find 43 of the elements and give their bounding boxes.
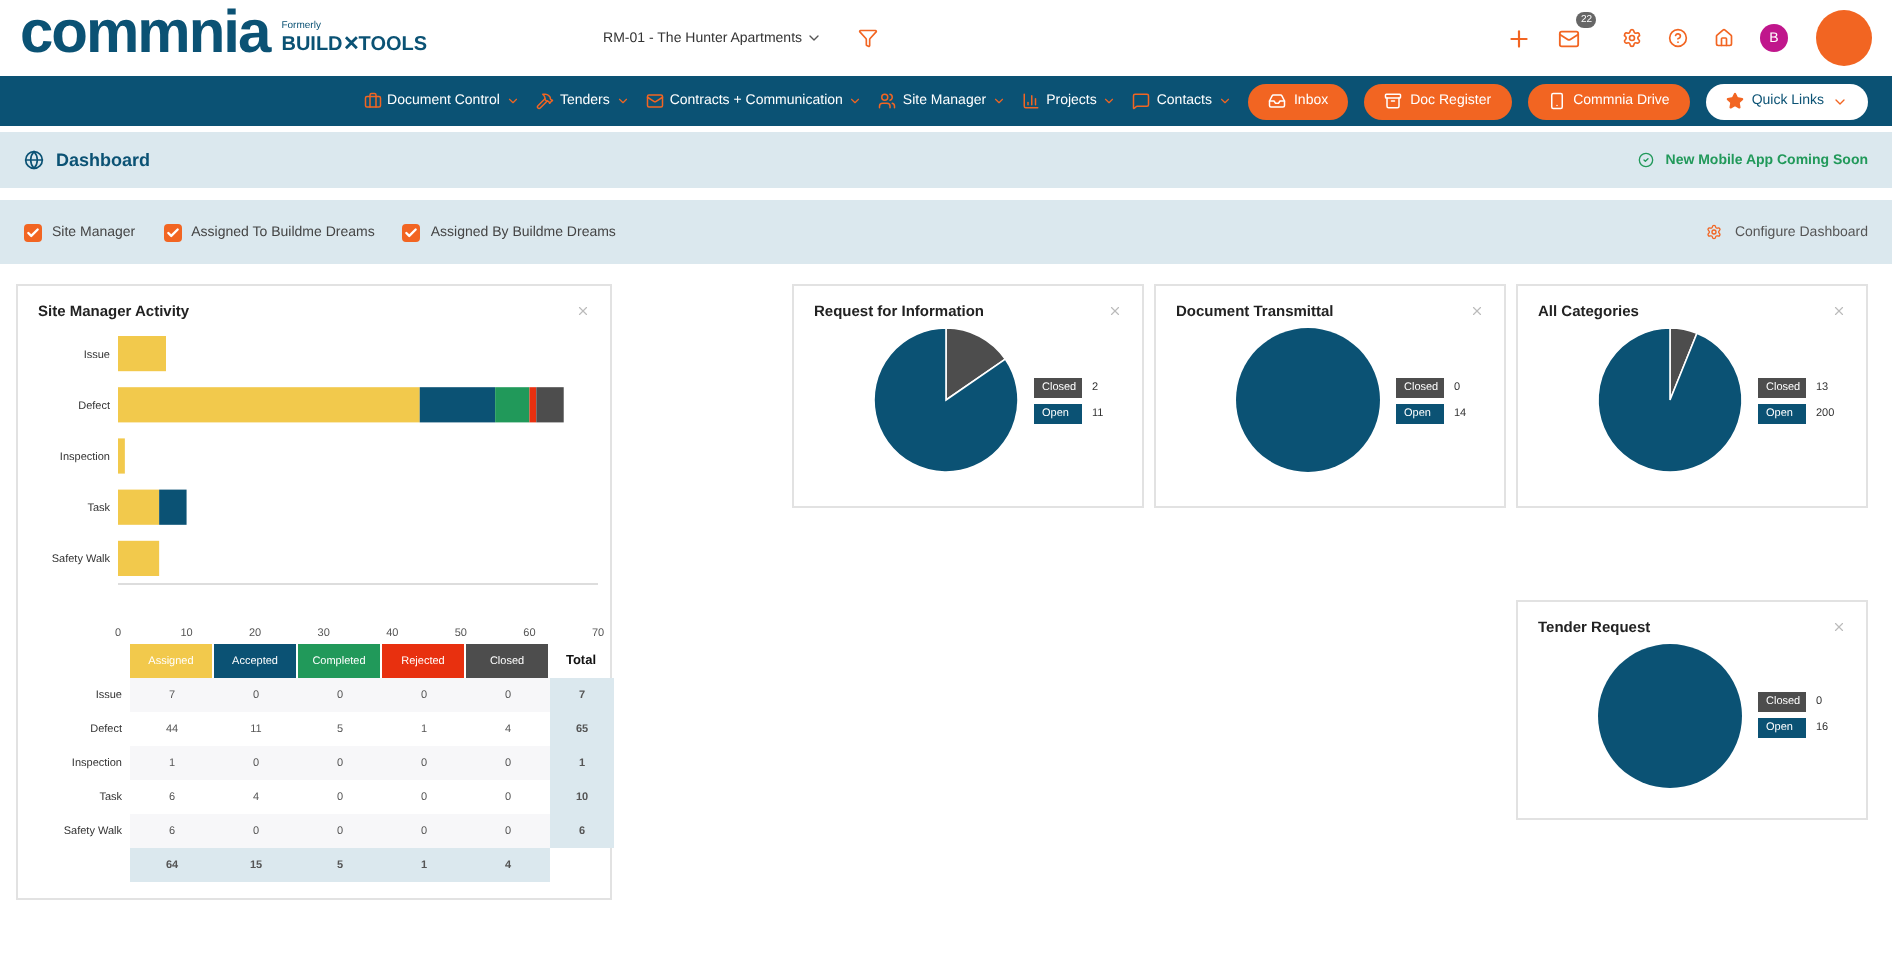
caret-icon	[1217, 94, 1232, 108]
bar	[118, 438, 125, 474]
caret-icon	[1102, 94, 1117, 108]
close-icon[interactable]	[1832, 304, 1846, 318]
help-icon[interactable]	[1668, 28, 1688, 48]
close-icon[interactable]	[1108, 304, 1122, 318]
people-icon	[878, 92, 897, 110]
plus-icon[interactable]	[1506, 25, 1533, 51]
logo[interactable]: commnia	[20, 4, 270, 64]
globe-icon	[24, 150, 44, 170]
page-title: Dashboard	[56, 150, 151, 170]
checkbox[interactable]	[163, 223, 182, 241]
inbox-icon	[1267, 92, 1286, 110]
avatar[interactable]	[1816, 10, 1872, 66]
briefcase-icon	[363, 92, 382, 110]
envelope-icon	[645, 92, 664, 110]
home-icon[interactable]	[1714, 28, 1734, 48]
close-icon[interactable]	[1832, 619, 1846, 633]
brand-name: BUILD✕TOOLS	[281, 32, 428, 56]
close-icon[interactable]	[1470, 304, 1484, 318]
phone-icon	[1547, 92, 1566, 110]
pie-slice	[1236, 328, 1380, 472]
bar-chart-icon	[1022, 92, 1041, 110]
caret-icon	[806, 30, 823, 46]
star-icon	[1725, 92, 1744, 110]
caret-icon	[992, 94, 1007, 108]
settings-icon[interactable]	[1622, 28, 1642, 48]
caret-icon	[848, 94, 863, 108]
checkbox[interactable]	[402, 223, 421, 241]
checkbox[interactable]	[24, 223, 42, 241]
close-icon[interactable]	[576, 304, 590, 318]
bar	[118, 336, 166, 372]
caret-icon	[615, 94, 630, 108]
bar	[118, 540, 160, 576]
filter-icon[interactable]	[858, 28, 879, 48]
pie-slice	[1598, 643, 1742, 787]
hammer-icon	[535, 92, 554, 110]
mail-icon[interactable]	[1558, 27, 1581, 49]
chat-bubble-icon	[1132, 92, 1151, 110]
cabinet-icon	[1384, 92, 1403, 110]
caret-icon	[505, 94, 520, 108]
check-circle-icon	[1637, 152, 1654, 168]
gear-icon	[1706, 224, 1723, 240]
